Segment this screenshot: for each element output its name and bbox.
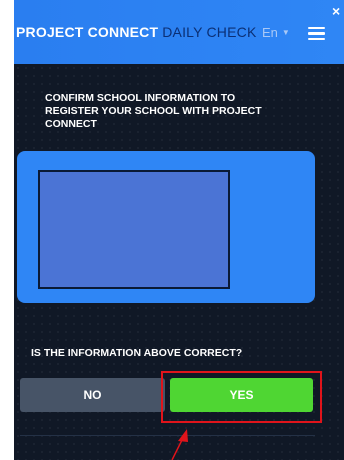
close-icon[interactable]: × [332, 4, 340, 18]
brand-name: PROJECT CONNECT [16, 24, 159, 40]
app-title: PROJECT CONNECT DAILY CHECK [16, 24, 257, 40]
instructions-text: CONFIRM SCHOOL INFORMATION TO REGISTER Y… [45, 92, 262, 130]
chevron-down-icon: ▼ [281, 28, 290, 37]
no-button[interactable]: NO [20, 378, 165, 412]
footer-divider [20, 435, 315, 436]
language-value: En [262, 25, 278, 40]
confirmation-question: IS THE INFORMATION ABOVE CORRECT? [31, 347, 243, 359]
school-info-field [38, 170, 230, 289]
brand-subtitle: DAILY CHECK [162, 24, 257, 40]
yes-button-highlight [161, 371, 322, 423]
language-selector[interactable]: En ▼ [262, 25, 290, 40]
app-header: PROJECT CONNECT DAILY CHECK En ▼ × [14, 0, 344, 64]
hamburger-menu-icon[interactable] [308, 27, 325, 40]
